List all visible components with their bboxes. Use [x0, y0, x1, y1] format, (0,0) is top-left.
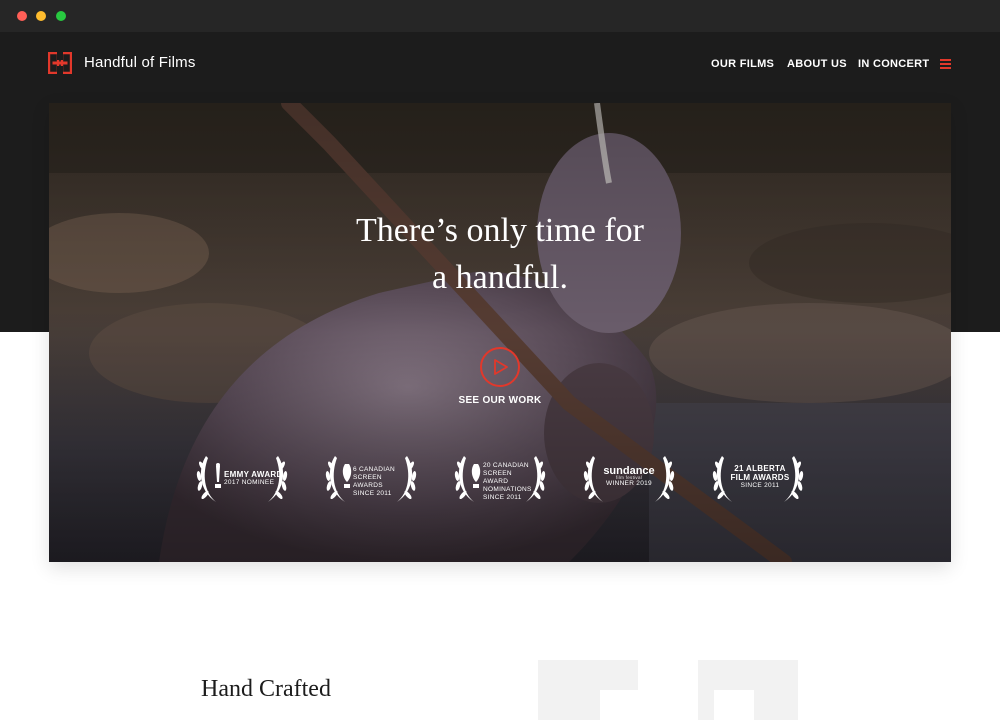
award-screen-nominations: 20 CANADIAN SCREEN AWARD NOMINATIONS SIN… [450, 452, 550, 508]
nav-our-films[interactable]: OUR FILMS [711, 58, 774, 70]
award-subtitle: 2017 NOMINEE [224, 479, 275, 486]
play-button[interactable] [480, 347, 520, 387]
hero-headline: There’s only time for a handful. [49, 207, 951, 301]
see-our-work-link[interactable]: SEE OUR WORK [49, 395, 951, 406]
award-subtitle: SINCE 2011 [740, 482, 780, 489]
award-title: 6 CANADIAN SCREEN AWARDS [353, 466, 396, 489]
hero-banner: There’s only time for a handful. SEE OUR… [49, 103, 951, 562]
award-emmy: EMMY AWARD 2017 NOMINEE [192, 452, 292, 508]
logo-watermark-icon [538, 660, 798, 720]
award-canadian-screen: 6 CANADIAN SCREEN AWARDS SINCE 2011 [321, 452, 421, 508]
browser-chrome-bar [0, 0, 1000, 32]
nav-about-us[interactable]: ABOUT US [787, 58, 847, 70]
award-subtitle: SINCE 2011 [353, 490, 392, 497]
award-title: EMMY AWARD [224, 470, 283, 479]
award-sundance: sundance film festival WINNER 2019 [579, 452, 679, 508]
screen-award-statuette-icon [471, 464, 481, 488]
emmy-statuette-icon [215, 463, 221, 488]
award-title: 21 ALBERTA FILM AWARDS [730, 464, 790, 482]
brand-name[interactable]: Handful of Films [84, 54, 196, 71]
window-minimize-button[interactable] [36, 11, 46, 21]
award-subtitle: WINNER 2019 [606, 480, 652, 487]
nav-in-concert[interactable]: IN CONCERT [858, 58, 929, 70]
award-title: sundance [603, 465, 655, 477]
award-subtitle: SINCE 2011 [483, 494, 522, 501]
headline-line-2: a handful. [432, 259, 568, 296]
award-tagline: film festival [615, 475, 643, 480]
window-close-button[interactable] [17, 11, 27, 21]
play-icon [494, 359, 508, 375]
window-zoom-button[interactable] [56, 11, 66, 21]
award-alberta: 21 ALBERTA FILM AWARDS SINCE 2011 [708, 452, 808, 508]
headline-line-1: There’s only time for [356, 212, 644, 249]
hamburger-menu-icon[interactable] [940, 59, 951, 69]
award-title: 20 CANADIAN SCREEN AWARD NOMINATIONS [483, 462, 532, 493]
handful-logo-icon[interactable] [48, 52, 72, 74]
screen-award-statuette-icon [342, 464, 352, 488]
section-title: Hand Crafted [201, 676, 331, 702]
